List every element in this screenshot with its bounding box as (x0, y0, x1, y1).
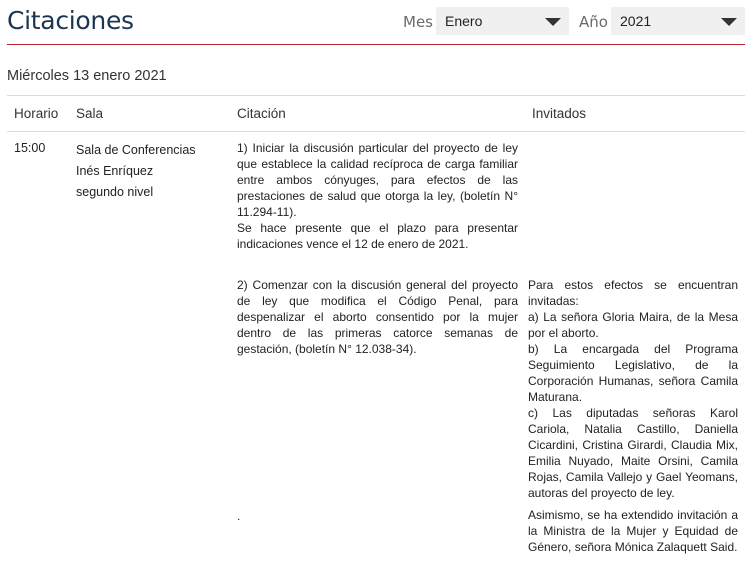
day-heading: Miércoles 13 enero 2021 (7, 68, 167, 84)
guest-text: Para estos efectos se encuentran invitad… (528, 278, 738, 308)
session-time: 15:00 (14, 141, 46, 155)
guest-text: b) La encargada del Programa Seguimiento… (528, 342, 738, 404)
column-header-horario: Horario (14, 106, 59, 121)
guest-text: Asimismo, se ha extendido invitación a l… (528, 508, 738, 554)
citation-note: Se hace presente que el plazo para prese… (237, 221, 518, 251)
citation-text: 1) Iniciar la discusión particular del p… (237, 141, 518, 219)
room-line: Inés Enríquez (76, 164, 154, 178)
page-title: Citaciones (7, 6, 134, 35)
chevron-down-icon (545, 18, 561, 26)
session-room: Sala de Conferencias Inés Enríquez segun… (76, 140, 226, 203)
citation-item-3: . (237, 508, 518, 524)
guest-text: c) Las diputadas señoras Karol Cariola, … (528, 406, 738, 500)
month-label: Mes (403, 13, 433, 31)
month-select-value: Enero (445, 13, 483, 29)
guest-text: a) La señora Gloria Maira, de la Mesa po… (528, 310, 738, 340)
page-header: Citaciones Mes Enero Año 2021 (0, 0, 755, 46)
column-header-sala: Sala (76, 106, 104, 121)
room-line: segundo nivel (76, 185, 154, 199)
citation-text: 2) Comenzar con la discusión general del… (237, 278, 518, 356)
citation-item-1: 1) Iniciar la discusión particular del p… (237, 140, 518, 252)
guests-item-3: Asimismo, se ha extendido invitación a l… (528, 507, 738, 555)
year-select[interactable]: 2021 (611, 7, 745, 35)
column-header-citacion: Citación (237, 106, 286, 121)
header-divider (7, 44, 745, 45)
guests-item-2: Para estos efectos se encuentran invitad… (528, 277, 738, 501)
table-header-divider (7, 131, 745, 132)
table-top-divider (7, 95, 745, 96)
year-label: Año (579, 13, 608, 31)
year-select-value: 2021 (620, 13, 652, 29)
room-line: Sala de Conferencias (76, 143, 196, 157)
month-select[interactable]: Enero (436, 7, 569, 35)
citation-text: . (237, 509, 241, 523)
column-header-invitados: Invitados (532, 106, 587, 121)
citation-item-2: 2) Comenzar con la discusión general del… (237, 277, 518, 357)
chevron-down-icon (721, 18, 737, 26)
